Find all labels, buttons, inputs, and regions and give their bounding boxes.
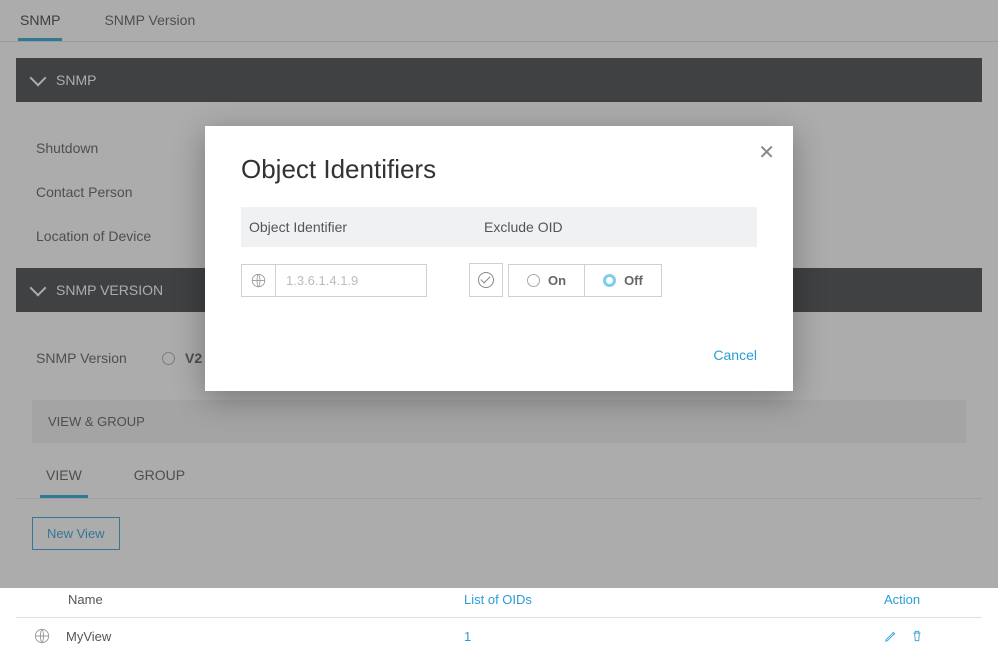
- th-oids: List of OIDs: [464, 592, 884, 607]
- edit-icon[interactable]: [884, 629, 898, 643]
- exclude-toggle: On Off: [508, 264, 662, 297]
- oid-input[interactable]: [276, 265, 426, 296]
- globe-icon: [251, 273, 266, 288]
- table-row: MyView 1: [16, 618, 982, 654]
- radio-icon: [527, 274, 540, 287]
- oid-input-wrapper: [241, 264, 427, 297]
- check-circle-icon: [478, 272, 494, 288]
- modal-title: Object Identifiers: [205, 126, 793, 207]
- row-oids[interactable]: 1: [464, 629, 884, 644]
- cancel-button[interactable]: Cancel: [713, 347, 757, 363]
- views-table: Name List of OIDs Action MyView 1: [16, 582, 982, 654]
- close-icon[interactable]: ✕: [758, 140, 775, 165]
- object-identifiers-modal: ✕ Object Identifiers Object Identifier E…: [205, 126, 793, 391]
- exclude-on[interactable]: On: [509, 265, 585, 296]
- modal-overlay: ✕ Object Identifiers Object Identifier E…: [0, 0, 998, 588]
- globe-prefix[interactable]: [242, 265, 276, 296]
- globe-icon: [34, 628, 50, 644]
- col-header-oid: Object Identifier: [249, 219, 484, 235]
- exclude-off[interactable]: Off: [585, 265, 661, 296]
- col-header-exclude: Exclude OID: [484, 219, 563, 235]
- confirm-check-button[interactable]: [469, 263, 503, 297]
- th-name: Name: [34, 592, 464, 607]
- th-action: Action: [884, 592, 964, 607]
- radio-checked-icon: [603, 274, 616, 287]
- row-name: MyView: [66, 629, 111, 644]
- delete-icon[interactable]: [910, 629, 924, 643]
